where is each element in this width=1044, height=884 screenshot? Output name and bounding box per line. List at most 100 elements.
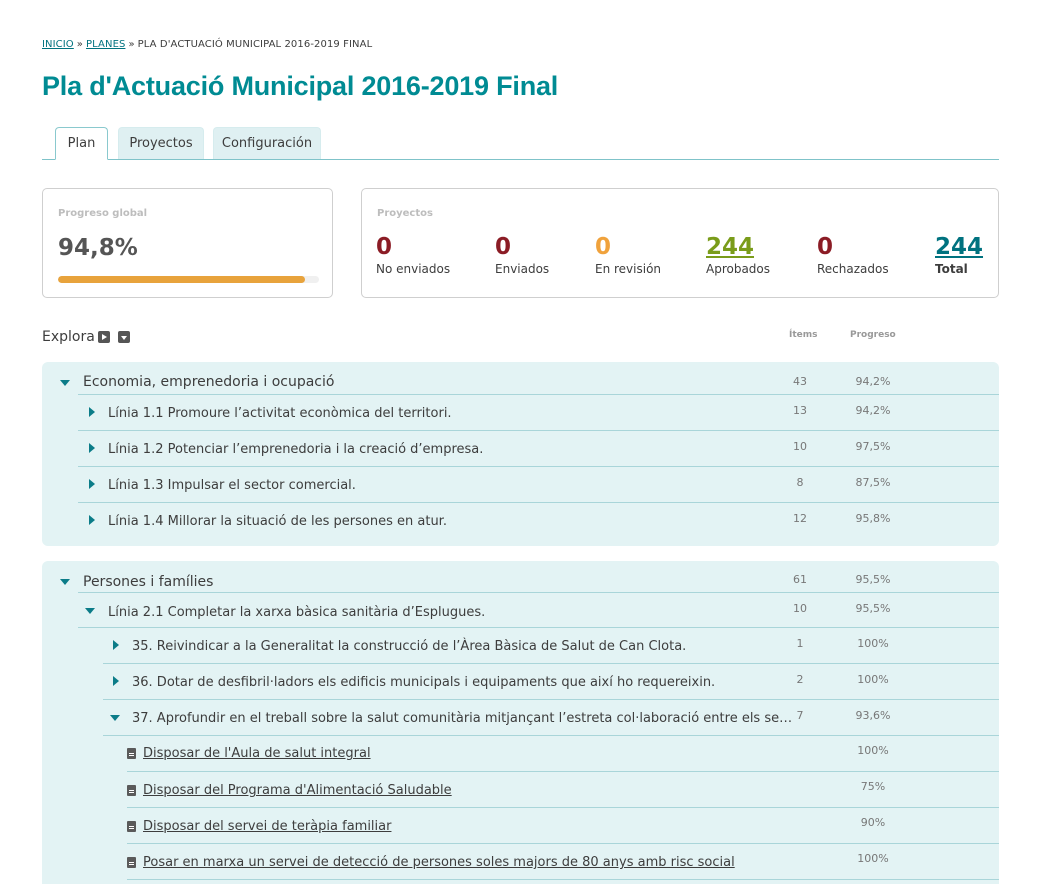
- row-progress: 87,5%: [855, 476, 891, 489]
- explore-header: Explora: [42, 329, 130, 345]
- project-row: Posar en marxa un servei de detecció de …: [127, 844, 999, 880]
- row-progress: 95,5%: [855, 602, 891, 615]
- caret-down-square-icon[interactable]: [117, 331, 130, 343]
- document-icon: [127, 821, 136, 832]
- breadcrumb: INICIO» PLANES» PLA D'ACTUACIÓ MUNICIPAL 2…: [42, 39, 372, 50]
- caret-down-icon[interactable]: [85, 608, 95, 614]
- stat-value: 0: [817, 234, 834, 260]
- plan-category-group: Economia, emprenedoria i ocupació 43 94,…: [42, 362, 999, 546]
- action-row[interactable]: 36. Dotar de desfibril·ladors els edific…: [103, 664, 999, 700]
- row-items: 43: [793, 375, 807, 388]
- row-progress: 94,2%: [855, 404, 891, 417]
- card-label: Progreso global: [58, 208, 148, 219]
- row-items: 61: [793, 573, 807, 586]
- caret-right-icon[interactable]: [89, 479, 95, 489]
- line-title: Línia 1.2 Potenciar l’emprenedoria i la …: [108, 442, 484, 457]
- explore-label: Explora: [42, 329, 95, 345]
- row-progress: 100%: [857, 744, 889, 757]
- caret-down-icon[interactable]: [60, 380, 70, 386]
- line-row[interactable]: Línia 1.3 Impulsar el sector comercial. …: [78, 467, 999, 503]
- stat-approved-link[interactable]: 244: [706, 233, 770, 261]
- stat-sent: 0 Enviados: [495, 233, 549, 277]
- line-title: Línia 1.4 Millorar la situació de les pe…: [108, 514, 447, 529]
- action-row[interactable]: 35. Reivindicar a la Generalitat la cons…: [103, 628, 999, 664]
- global-progress-bar: [58, 276, 319, 283]
- tab-bar: Plan Proyectos Configuración: [42, 127, 999, 160]
- column-header-items: Ítems: [789, 330, 818, 340]
- project-row: Disposar del Programa d'Alimentació Salu…: [127, 772, 999, 808]
- stat-rejected: 0 Rechazados: [817, 233, 889, 277]
- tab-projects[interactable]: Proyectos: [118, 127, 204, 159]
- row-progress: 97,5%: [855, 440, 891, 453]
- caret-right-square-icon[interactable]: [97, 331, 110, 343]
- page-title: Pla d'Actuació Municipal 2016-2019 Final: [42, 71, 559, 101]
- project-link[interactable]: Disposar de l'Aula de salut integral: [143, 746, 371, 761]
- stat-label: Rechazados: [817, 262, 889, 276]
- project-link[interactable]: Disposar del Programa d'Alimentació Salu…: [143, 783, 452, 798]
- line-row[interactable]: Línia 2.1 Completar la xarxa bàsica sani…: [78, 593, 999, 628]
- stat-approved: 244 Aprobados: [706, 233, 770, 277]
- caret-right-icon[interactable]: [113, 676, 119, 686]
- breadcrumb-separator: »: [76, 39, 84, 50]
- line-title: Línia 1.1 Promoure l’activitat econòmica…: [108, 406, 452, 421]
- row-progress: 94,2%: [855, 375, 891, 388]
- column-header-progress: Progreso: [850, 330, 896, 340]
- document-icon: [127, 785, 136, 796]
- row-items: 10: [793, 440, 807, 453]
- stat-not-sent: 0 No enviados: [376, 233, 450, 277]
- row-progress: 95,8%: [855, 512, 891, 525]
- stat-value: 0: [495, 234, 512, 260]
- projects-card: Proyectos 0 No enviados 0 Enviados 0 En …: [361, 188, 999, 298]
- row-progress: 90%: [860, 816, 886, 829]
- row-items: 13: [793, 404, 807, 417]
- row-items: 10: [793, 602, 807, 615]
- line-row[interactable]: Línia 1.2 Potenciar l’emprenedoria i la …: [78, 431, 999, 467]
- stat-value: 0: [376, 234, 393, 260]
- category-row[interactable]: Economia, emprenedoria i ocupació 43 94,…: [60, 362, 999, 395]
- project-link[interactable]: Posar en marxa un servei de detecció de …: [143, 855, 735, 870]
- stat-value: 0: [595, 234, 612, 260]
- stat-label: Total: [935, 262, 968, 276]
- stat-label: Aprobados: [706, 262, 771, 276]
- stat-total-link[interactable]: 244: [935, 233, 983, 261]
- category-row[interactable]: Persones i famílies 61 95,5%: [60, 561, 999, 593]
- tab-plan[interactable]: Plan: [55, 127, 108, 160]
- caret-right-icon[interactable]: [89, 407, 95, 417]
- category-title: Persones i famílies: [83, 574, 214, 590]
- line-row[interactable]: Línia 1.1 Promoure l’activitat econòmica…: [78, 395, 999, 431]
- caret-down-icon[interactable]: [110, 715, 120, 721]
- breadcrumb-current: PLA D'ACTUACIÓ MUNICIPAL 2016-2019 FINAL: [137, 39, 373, 50]
- caret-down-icon[interactable]: [60, 579, 70, 585]
- document-icon: [127, 748, 136, 759]
- stat-label: No enviados: [376, 262, 451, 276]
- row-progress: 93,6%: [855, 709, 891, 722]
- category-title: Economia, emprenedoria i ocupació: [83, 374, 335, 390]
- global-progress-fill: [58, 276, 306, 283]
- row-items: 2: [796, 673, 804, 686]
- row-progress: 100%: [857, 673, 889, 686]
- breadcrumb-home-link[interactable]: INICIO: [42, 39, 74, 50]
- action-title: 36. Dotar de desfibril·ladors els edific…: [132, 675, 716, 690]
- action-title: 37. Aprofundir en el treball sobre la sa…: [132, 711, 793, 726]
- project-link[interactable]: Disposar del servei de teràpia familiar: [143, 819, 391, 834]
- stat-total: 244 Total: [935, 233, 983, 277]
- row-progress: 100%: [857, 637, 889, 650]
- card-label: Proyectos: [377, 208, 433, 219]
- row-progress: 75%: [860, 780, 886, 793]
- action-title: 35. Reivindicar a la Generalitat la cons…: [132, 639, 687, 654]
- line-title: Línia 2.1 Completar la xarxa bàsica sani…: [108, 605, 486, 620]
- caret-right-icon[interactable]: [89, 443, 95, 453]
- breadcrumb-plans-link[interactable]: PLANES: [86, 39, 125, 50]
- row-progress: 100%: [857, 852, 889, 865]
- row-items: 8: [796, 476, 804, 489]
- global-progress-card: Progreso global 94,8%: [42, 188, 333, 298]
- line-title: Línia 1.3 Impulsar el sector comercial.: [108, 478, 356, 493]
- caret-right-icon[interactable]: [89, 515, 95, 525]
- tab-configuration[interactable]: Configuración: [213, 127, 321, 159]
- stat-label: Enviados: [495, 262, 550, 276]
- line-row[interactable]: Línia 1.4 Millorar la situació de les pe…: [78, 503, 999, 539]
- document-icon: [127, 857, 136, 868]
- caret-right-icon[interactable]: [113, 640, 119, 650]
- action-row[interactable]: 37. Aprofundir en el treball sobre la sa…: [103, 700, 999, 736]
- stat-in-review: 0 En revisión: [595, 233, 661, 277]
